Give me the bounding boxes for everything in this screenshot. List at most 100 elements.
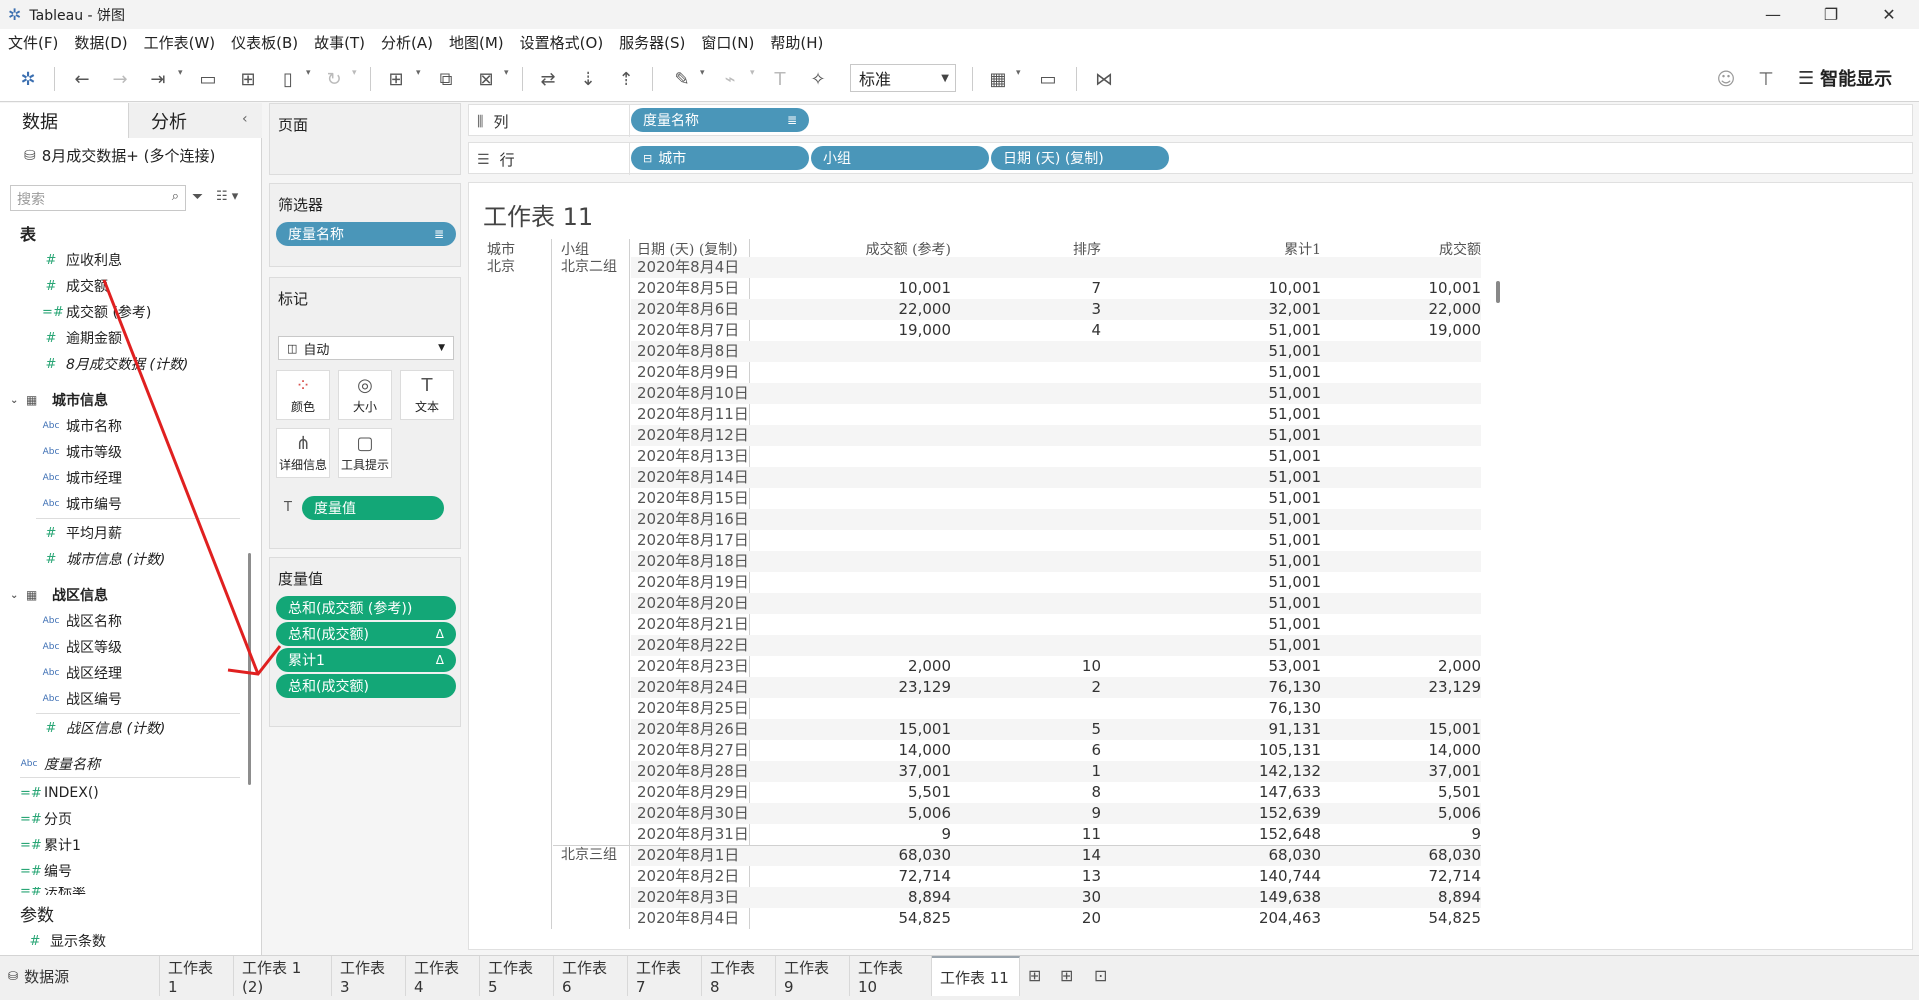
date-cell[interactable]: 2020年8月9日 — [637, 362, 757, 383]
field-item[interactable]: Abc 城市名称 — [42, 416, 122, 436]
cumulative-cell[interactable]: 142,132 — [1241, 761, 1321, 782]
amount-cell[interactable] — [1401, 257, 1481, 278]
measure-pill[interactable]: 总和(成交额 (参考)) — [276, 596, 456, 620]
cumulative-cell[interactable]: 51,001 — [1241, 509, 1322, 530]
amount-ref-cell[interactable] — [831, 530, 951, 551]
show-cards-icon[interactable]: ▦ — [984, 65, 1012, 93]
rank-cell[interactable]: 6 — [1041, 740, 1101, 761]
mark-type-select[interactable]: ◫ 自动 ▼ — [278, 336, 454, 360]
tooltip-button[interactable]: ▢ 工具提示 — [338, 428, 392, 478]
menu-window[interactable]: 窗口(N) — [701, 32, 754, 53]
size-button[interactable]: ◎ 大小 — [338, 370, 392, 420]
clear-sheet-icon[interactable]: ⊠ — [472, 65, 500, 93]
amount-cell[interactable]: 2,000 — [1401, 656, 1481, 677]
cumulative-cell[interactable]: 10,001 — [1241, 278, 1322, 299]
rank-cell[interactable] — [1041, 383, 1101, 404]
amount-cell[interactable] — [1401, 572, 1481, 593]
cumulative-cell[interactable]: 51,001 — [1241, 320, 1322, 341]
close-button[interactable]: ✕ — [1860, 0, 1918, 29]
amount-cell[interactable] — [1401, 698, 1481, 719]
text-button[interactable]: T 文本 — [400, 370, 454, 420]
smart-show-button[interactable]: ☰ 智能显示 — [1798, 65, 1892, 91]
field-item[interactable]: Abc 城市经理 — [42, 468, 122, 488]
rank-cell[interactable] — [1041, 614, 1101, 635]
tab-sheet[interactable]: 工作表 5 — [480, 956, 554, 996]
amount-ref-cell[interactable] — [831, 698, 951, 719]
measure-pill[interactable]: 总和(成交额) — [276, 674, 456, 698]
fix-axes-icon[interactable]: ✧ — [804, 65, 832, 93]
cumulative-cell[interactable]: 51,001 — [1241, 362, 1322, 383]
swap-rows-columns-icon[interactable]: ⇄ — [534, 65, 562, 93]
menu-data[interactable]: 数据(D) — [74, 32, 127, 53]
amount-ref-cell[interactable] — [831, 551, 951, 572]
field-item[interactable]: Abc 度量名称 — [20, 754, 100, 774]
amount-ref-cell[interactable]: 5,501 — [831, 782, 951, 803]
restore-button[interactable]: ❐ — [1802, 0, 1860, 29]
duplicate-sheet-icon[interactable]: ⧉ — [432, 65, 460, 93]
view-options-icon[interactable]: ☷ ▾ — [216, 189, 238, 204]
field-item[interactable]: # 平均月薪 — [42, 523, 122, 543]
amount-cell[interactable]: 8,894 — [1401, 887, 1481, 908]
highlight-icon[interactable]: ✎ — [668, 65, 696, 93]
detail-button[interactable]: ⋔ 详细信息 — [276, 428, 330, 478]
field-item[interactable]: Abc 战区等级 — [42, 637, 122, 657]
amount-cell[interactable]: 15,001 — [1401, 719, 1482, 740]
tab-sheet[interactable]: 工作表 4 — [406, 956, 480, 996]
field-item[interactable]: =# 法标率 — [20, 887, 250, 895]
date-cell[interactable]: 2020年8月6日 — [637, 299, 757, 320]
pin-icon[interactable]: ⊤ — [1752, 65, 1780, 93]
date-cell[interactable]: 2020年8月18日 — [637, 551, 757, 572]
rank-cell[interactable]: 13 — [1041, 866, 1101, 887]
date-cell[interactable]: 2020年8月13日 — [637, 446, 757, 467]
date-cell[interactable]: 2020年8月3日 — [637, 887, 757, 908]
amount-cell[interactable]: 9 — [1401, 824, 1481, 845]
field-item[interactable]: =# 编号 — [20, 861, 72, 881]
amount-cell[interactable] — [1401, 404, 1481, 425]
new-datasource-icon[interactable]: ⊞ — [234, 65, 262, 93]
rank-cell[interactable] — [1041, 467, 1101, 488]
datasource-item[interactable]: ⛁ 8月成交数据+ (多个连接) — [24, 145, 215, 166]
columns-shelf[interactable]: ⫼ 列 度量名称 ≣ — [468, 104, 1913, 137]
filters-card[interactable]: 筛选器 度量名称 ≣ — [269, 183, 461, 267]
amount-ref-cell[interactable]: 54,825 — [831, 908, 952, 929]
rank-cell[interactable]: 20 — [1041, 908, 1101, 929]
header-city[interactable]: 城市 — [487, 239, 515, 259]
rank-cell[interactable]: 11 — [1041, 824, 1101, 845]
date-cell[interactable]: 2020年8月24日 — [637, 677, 757, 698]
date-cell[interactable]: 2020年8月20日 — [637, 593, 757, 614]
rank-cell[interactable] — [1041, 593, 1101, 614]
amount-cell[interactable]: 23,129 — [1401, 677, 1482, 698]
date-cell[interactable]: 2020年8月28日 — [637, 761, 757, 782]
rank-cell[interactable] — [1041, 341, 1101, 362]
tab-data[interactable]: 数据 — [0, 103, 128, 138]
rank-cell[interactable]: 4 — [1041, 320, 1101, 341]
cumulative-cell[interactable]: 140,744 — [1241, 866, 1321, 887]
menu-worksheet[interactable]: 工作表(W) — [144, 32, 216, 53]
replay-icon[interactable]: ⇥ — [144, 65, 172, 93]
row-header-group[interactable]: 北京三组 — [561, 845, 617, 866]
rank-cell[interactable]: 9 — [1041, 803, 1101, 824]
date-cell[interactable]: 2020年8月14日 — [637, 467, 757, 488]
color-button[interactable]: ⁘ 颜色 — [276, 370, 330, 420]
amount-ref-cell[interactable] — [831, 341, 951, 362]
amount-ref-cell[interactable]: 19,000 — [831, 320, 952, 341]
redo-icon[interactable]: → — [106, 65, 134, 93]
menu-map[interactable]: 地图(M) — [449, 32, 504, 53]
date-cell[interactable]: 2020年8月15日 — [637, 488, 757, 509]
table-group-city[interactable]: ⌄ ▦ 城市信息 — [10, 390, 108, 410]
amount-ref-cell[interactable]: 14,000 — [831, 740, 952, 761]
tab-sheet[interactable]: 工作表 9 — [776, 956, 850, 996]
amount-ref-cell[interactable] — [831, 509, 951, 530]
tab-datasource[interactable]: ⛁ 数据源 — [0, 956, 160, 996]
amount-ref-cell[interactable]: 10,001 — [831, 278, 952, 299]
menu-file[interactable]: 文件(F) — [8, 32, 58, 53]
field-item[interactable]: # 城市信息 (计数) — [42, 549, 166, 569]
cumulative-cell[interactable]: 51,001 — [1241, 404, 1322, 425]
measure-pill[interactable]: 总和(成交额) Δ — [276, 622, 456, 646]
amount-ref-cell[interactable] — [831, 404, 951, 425]
rank-cell[interactable]: 3 — [1041, 299, 1101, 320]
field-item[interactable]: Abc 战区名称 — [42, 611, 122, 631]
date-cell[interactable]: 2020年8月12日 — [637, 425, 757, 446]
tab-sheet[interactable]: 工作表 1 (2) — [234, 956, 332, 996]
header-group[interactable]: 小组 — [561, 239, 589, 259]
